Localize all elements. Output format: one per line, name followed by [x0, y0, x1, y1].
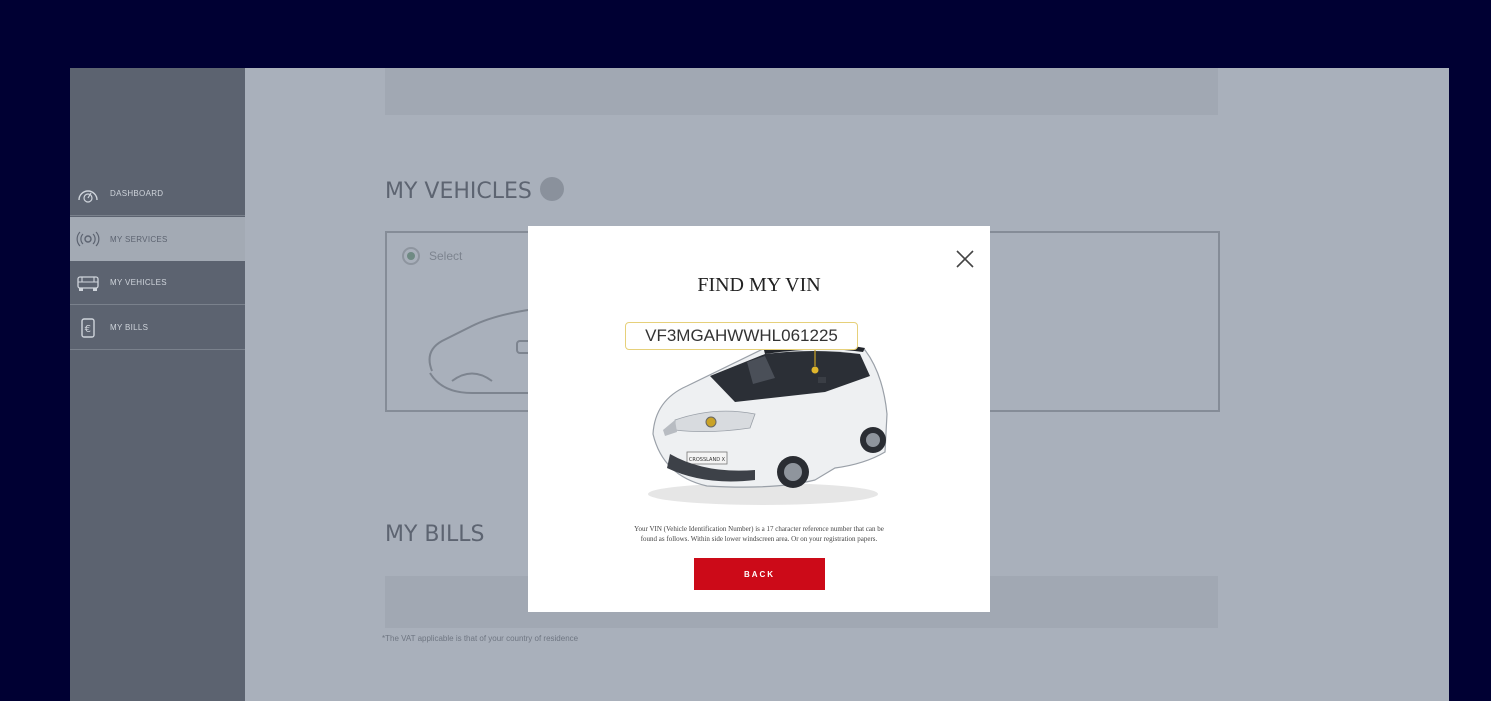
sidebar-item-my-bills[interactable]: € MY BILLS — [70, 306, 245, 350]
sidebar-item-label: MY BILLS — [110, 323, 149, 332]
sidebar-item-label: MY SERVICES — [110, 234, 168, 244]
bills-section-title: MY BILLS — [385, 522, 485, 547]
vat-note: *The VAT applicable is that of your coun… — [382, 634, 579, 643]
euro-bill-icon: € — [76, 317, 100, 338]
vehicle-select-radio[interactable] — [402, 247, 420, 265]
services-panel — [385, 68, 1218, 115]
car-icon — [76, 273, 100, 293]
find-vin-modal: FIND MY VIN CROSSLAND X VF3MGAHWWHL06122… — [528, 226, 990, 612]
connectivity-icon — [76, 229, 100, 249]
sidebar-item-label: DASHBOARD — [110, 189, 164, 198]
svg-text:€: € — [85, 324, 92, 335]
back-button[interactable]: BACK — [694, 558, 825, 590]
vin-description: Your VIN (Vehicle Identification Number)… — [634, 525, 884, 543]
sidebar-item-my-vehicles[interactable]: MY VEHICLES — [70, 261, 245, 305]
sidebar-item-label: MY VEHICLES — [110, 278, 167, 287]
close-icon[interactable] — [954, 248, 976, 270]
sidebar-item-my-services[interactable]: MY SERVICES — [70, 217, 245, 261]
info-icon[interactable] — [539, 177, 564, 201]
vehicles-section-title: MY VEHICLES — [385, 177, 564, 204]
sidebar: DASHBOARD MY SERVICES MY VEHICLES € MY B… — [70, 68, 245, 701]
vehicle-select-label: Select — [429, 249, 463, 263]
license-plate: CROSSLAND X — [689, 457, 726, 463]
modal-title: FIND MY VIN — [697, 274, 821, 296]
dashboard-icon — [76, 184, 100, 204]
sidebar-item-dashboard[interactable]: DASHBOARD — [70, 172, 245, 216]
vin-example-callout: VF3MGAHWWHL061225 — [625, 322, 858, 350]
